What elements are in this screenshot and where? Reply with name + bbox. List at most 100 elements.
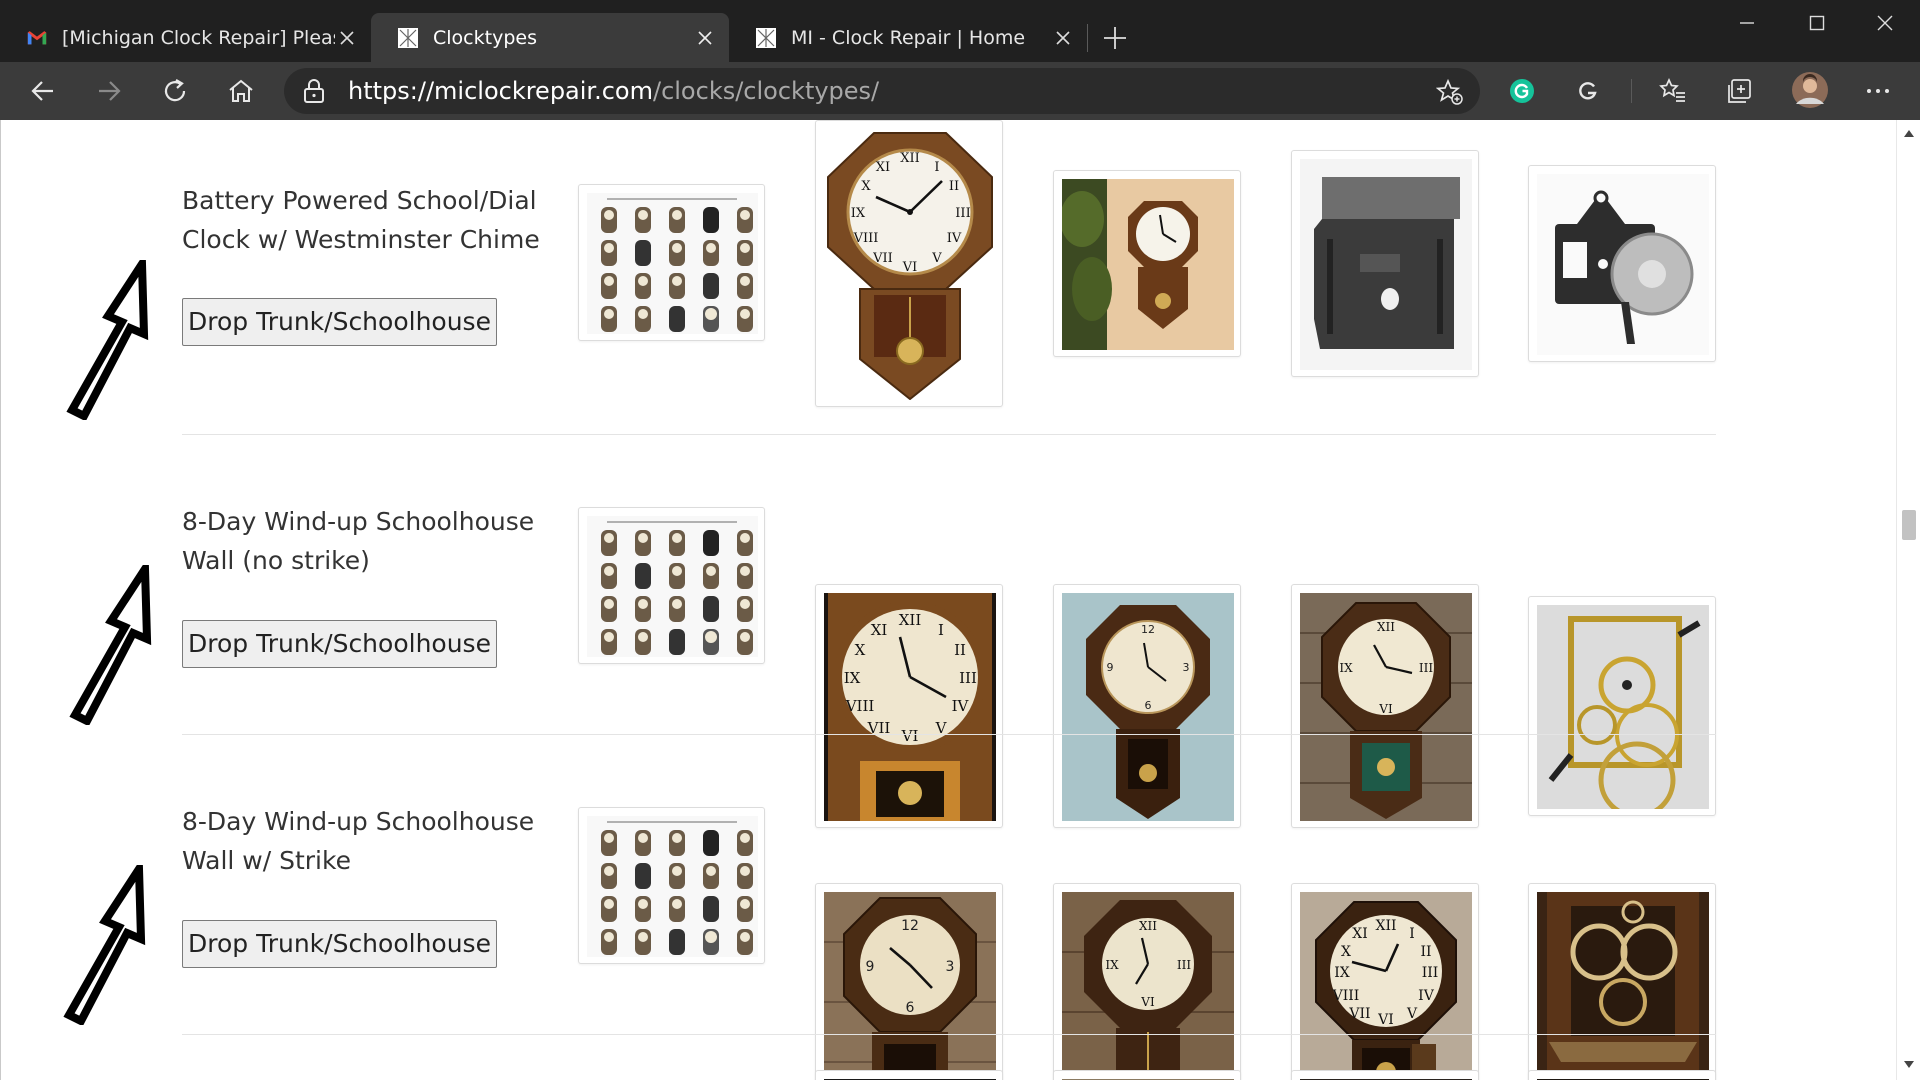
- back-icon[interactable]: [27, 75, 59, 107]
- svg-text:VII: VII: [1348, 1006, 1370, 1022]
- drop-trunk-schoolhouse-button[interactable]: Drop Trunk/Schoolhouse: [182, 920, 497, 968]
- clock-chart-thumbnail[interactable]: [578, 807, 765, 964]
- tab-gmail[interactable]: [Michigan Clock Repair] Please C: [0, 13, 371, 62]
- close-tab-icon[interactable]: [1051, 26, 1075, 50]
- svg-text:I: I: [1409, 926, 1415, 942]
- clock-type-row: 8-Day Wind-up Schoolhouse Wall (no strik…: [1, 440, 1897, 828]
- svg-text:VI: VI: [902, 260, 918, 275]
- svg-text:II: II: [954, 641, 966, 659]
- section-divider: [182, 1034, 1716, 1035]
- url-host: https://miclockrepair.com: [348, 77, 653, 105]
- clock-photo[interactable]: [1053, 170, 1241, 357]
- clock-type-title: 8-Day Wind-up Schoolhouse Wall w/ Strike: [182, 807, 535, 875]
- url-path: /clocks/clocktypes/: [652, 77, 880, 105]
- lock-icon[interactable]: [302, 78, 326, 104]
- scroll-up-icon[interactable]: [1903, 128, 1915, 138]
- clock-photo[interactable]: XII VI IX III I II IV V VII VIII X XI: [815, 120, 1003, 407]
- svg-text:VIII: VIII: [853, 231, 879, 246]
- maximize-icon[interactable]: [1792, 8, 1842, 38]
- scroll-down-icon[interactable]: [1903, 1060, 1915, 1070]
- favorites-icon[interactable]: [1657, 75, 1689, 107]
- clock-type-row: Battery Powered School/Dial Clock w/ Wes…: [1, 120, 1897, 420]
- new-tab-icon[interactable]: [1101, 24, 1129, 52]
- svg-text:3: 3: [946, 959, 955, 975]
- home-icon[interactable]: [225, 75, 257, 107]
- svg-text:X: X: [855, 641, 866, 659]
- svg-text:IV: IV: [1418, 988, 1435, 1004]
- up-arrow-icon: [63, 865, 146, 1025]
- svg-text:VI: VI: [1377, 1012, 1394, 1028]
- next-row-peek: [815, 1070, 1716, 1080]
- drop-trunk-schoolhouse-button[interactable]: Drop Trunk/Schoolhouse: [182, 298, 497, 346]
- tab-clocktypes[interactable]: Clocktypes: [371, 13, 729, 62]
- close-tab-icon[interactable]: [335, 26, 359, 50]
- close-tab-icon[interactable]: [693, 26, 717, 50]
- window-close-icon[interactable]: [1860, 8, 1910, 38]
- svg-text:XII: XII: [899, 611, 922, 629]
- refresh-icon[interactable]: [159, 75, 191, 107]
- minimize-icon[interactable]: [1722, 8, 1772, 38]
- google-extension-icon[interactable]: [1572, 75, 1604, 107]
- collections-icon[interactable]: [1723, 75, 1755, 107]
- tab-separator: [1087, 24, 1088, 52]
- clock-photo[interactable]: 12 6 9 3: [815, 883, 1003, 1080]
- url-text[interactable]: https://miclockrepair.com/clocks/clockty…: [348, 68, 879, 114]
- grammarly-icon[interactable]: [1506, 75, 1538, 107]
- up-arrow-icon: [66, 260, 149, 420]
- profile-avatar[interactable]: [1791, 71, 1829, 109]
- svg-text:I: I: [938, 621, 944, 639]
- svg-text:XII: XII: [1139, 919, 1157, 933]
- svg-text:III: III: [1177, 958, 1191, 972]
- svg-text:XI: XI: [876, 160, 890, 175]
- clock-photo[interactable]: [1053, 1070, 1241, 1080]
- clock-photo[interactable]: [1528, 1070, 1716, 1080]
- browser-toolbar: https://miclockrepair.com/clocks/clockty…: [0, 62, 1920, 120]
- svg-text:II: II: [949, 179, 959, 194]
- clock-photo[interactable]: [1291, 1070, 1479, 1080]
- scrollbar-thumb[interactable]: [1902, 510, 1916, 540]
- svg-text:VIII: VIII: [1332, 988, 1360, 1004]
- movement-photo[interactable]: [1291, 150, 1479, 377]
- svg-text:VI: VI: [1140, 995, 1155, 1009]
- svg-text:6: 6: [1145, 699, 1152, 712]
- svg-text:3: 3: [1183, 661, 1190, 674]
- clock-chart-thumbnail[interactable]: [578, 184, 765, 341]
- clock-photo[interactable]: XII VI IX III I II IV V VII VIII X XI: [1291, 883, 1479, 1080]
- svg-text:V: V: [931, 251, 942, 266]
- svg-text:VI: VI: [1378, 702, 1393, 716]
- svg-text:II: II: [1420, 944, 1431, 960]
- tab-bar: [Michigan Clock Repair] Please C Clockty…: [0, 0, 1920, 62]
- svg-text:III: III: [959, 669, 977, 687]
- clock-type-row: 8-Day Wind-up Schoolhouse Wall w/ Strike…: [1, 740, 1897, 1080]
- svg-text:III: III: [955, 206, 970, 221]
- svg-text:12: 12: [901, 918, 919, 934]
- svg-text:III: III: [1419, 661, 1433, 675]
- clock-photo[interactable]: XII VI IX III: [1053, 883, 1241, 1080]
- add-favorite-icon[interactable]: [1436, 78, 1464, 106]
- svg-text:VII: VII: [872, 251, 893, 266]
- svg-text:IV: IV: [947, 231, 962, 246]
- movement-photo[interactable]: [1528, 883, 1716, 1080]
- clock-photo[interactable]: [815, 1070, 1003, 1080]
- svg-text:V: V: [1406, 1006, 1418, 1022]
- section-divider: [182, 434, 1716, 435]
- svg-text:XII: XII: [1377, 620, 1395, 634]
- tab-title: MI - Clock Repair | Home: [791, 26, 1026, 49]
- svg-text:I: I: [934, 160, 939, 175]
- more-options-icon[interactable]: [1862, 75, 1894, 107]
- movement-photo[interactable]: [1528, 165, 1716, 362]
- vertical-scrollbar[interactable]: [1896, 120, 1920, 1080]
- page-content: Battery Powered School/Dial Clock w/ Wes…: [0, 120, 1920, 1080]
- tab-home[interactable]: MI - Clock Repair | Home: [729, 13, 1087, 62]
- clock-chart-thumbnail[interactable]: [578, 507, 765, 664]
- svg-text:XII: XII: [900, 151, 920, 166]
- forward-icon[interactable]: [93, 75, 125, 107]
- svg-text:12: 12: [1141, 623, 1155, 636]
- address-bar[interactable]: https://miclockrepair.com/clocks/clockty…: [284, 68, 1480, 114]
- clock-type-title: Battery Powered School/Dial Clock w/ Wes…: [182, 186, 540, 254]
- gmail-icon: [27, 30, 47, 44]
- tab-title: [Michigan Clock Repair] Please C: [62, 26, 335, 49]
- svg-text:IX: IX: [1339, 661, 1353, 675]
- drop-trunk-schoolhouse-button[interactable]: Drop Trunk/Schoolhouse: [182, 620, 497, 668]
- svg-text:IX: IX: [851, 206, 866, 221]
